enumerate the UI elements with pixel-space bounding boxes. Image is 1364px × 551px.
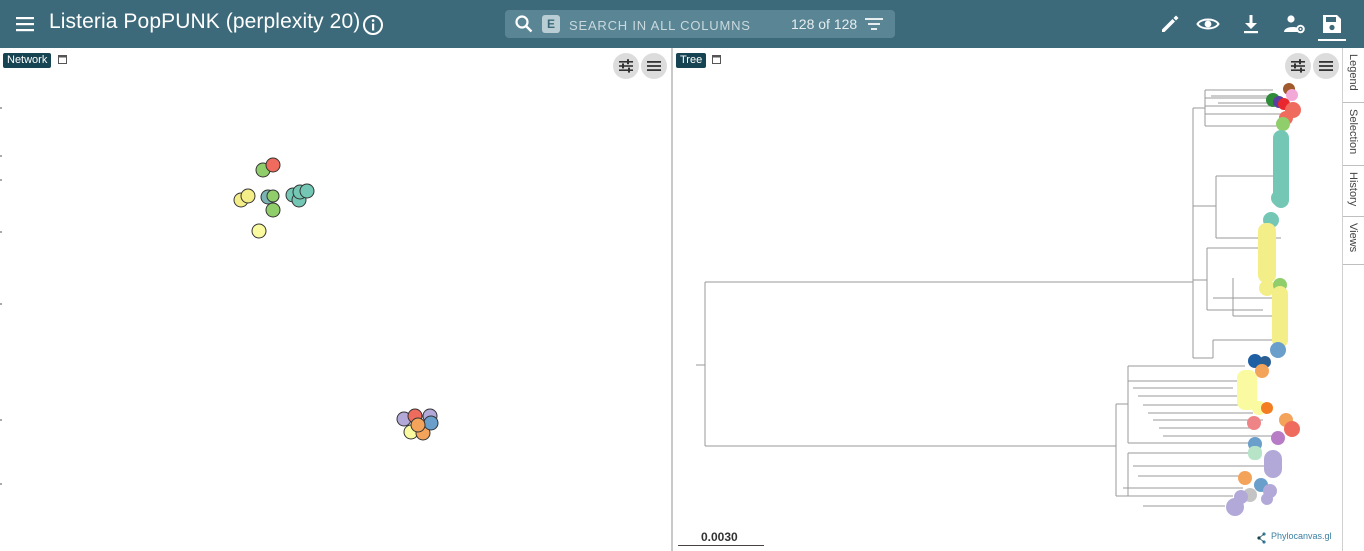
info-icon[interactable] xyxy=(362,14,384,36)
tab-views[interactable]: Views xyxy=(1343,217,1364,265)
search-input[interactable] xyxy=(567,14,771,36)
pencil-icon[interactable] xyxy=(1158,12,1182,36)
eye-icon[interactable] xyxy=(1196,12,1220,36)
tab-legend[interactable]: Legend xyxy=(1343,48,1364,103)
scale-bar xyxy=(678,545,764,546)
page-title: Listeria PopPUNK (perplexity 20) xyxy=(49,10,361,33)
download-icon[interactable] xyxy=(1239,12,1263,36)
network-node xyxy=(240,188,256,204)
active-indicator xyxy=(1318,39,1346,41)
column-filter-chip[interactable]: E xyxy=(542,15,560,33)
network-node xyxy=(410,417,426,433)
save-icon[interactable] xyxy=(1320,12,1344,36)
network-panel: Network xyxy=(0,48,671,551)
search-icon xyxy=(515,15,533,33)
menu-icon[interactable] xyxy=(14,14,36,34)
phylogenetic-tree[interactable] xyxy=(673,48,1342,551)
network-node xyxy=(423,415,439,431)
network-node xyxy=(299,183,315,199)
network-graph[interactable] xyxy=(0,48,671,551)
phylocanvas-logo-icon xyxy=(1257,532,1266,544)
tab-selection[interactable]: Selection xyxy=(1343,103,1364,166)
app-header: Listeria PopPUNK (perplexity 20) E 128 o… xyxy=(0,0,1364,48)
network-node xyxy=(251,223,267,239)
filter-icon[interactable] xyxy=(865,16,883,32)
row-count: 128 of 128 xyxy=(791,16,858,32)
tab-history[interactable]: History xyxy=(1343,166,1364,217)
search-bar: E 128 of 128 xyxy=(505,10,895,38)
phylocanvas-brand: Phylocanvas.gl xyxy=(1271,531,1332,541)
tab-history-label: History xyxy=(1347,172,1359,207)
user-settings-icon[interactable] xyxy=(1282,12,1306,36)
tab-legend-label: Legend xyxy=(1347,54,1359,91)
tab-selection-label: Selection xyxy=(1347,109,1359,155)
tree-panel: Tree 0.0030 Phylocanvas.gl xyxy=(673,48,1342,551)
scale-label: 0.0030 xyxy=(701,530,738,544)
network-node xyxy=(265,202,281,218)
network-node xyxy=(266,189,280,203)
tab-views-label: Views xyxy=(1347,223,1359,253)
side-tab-strip: Legend Selection History Views xyxy=(1342,48,1364,551)
tree-leaf-markers xyxy=(1226,83,1301,516)
network-node xyxy=(265,157,281,173)
